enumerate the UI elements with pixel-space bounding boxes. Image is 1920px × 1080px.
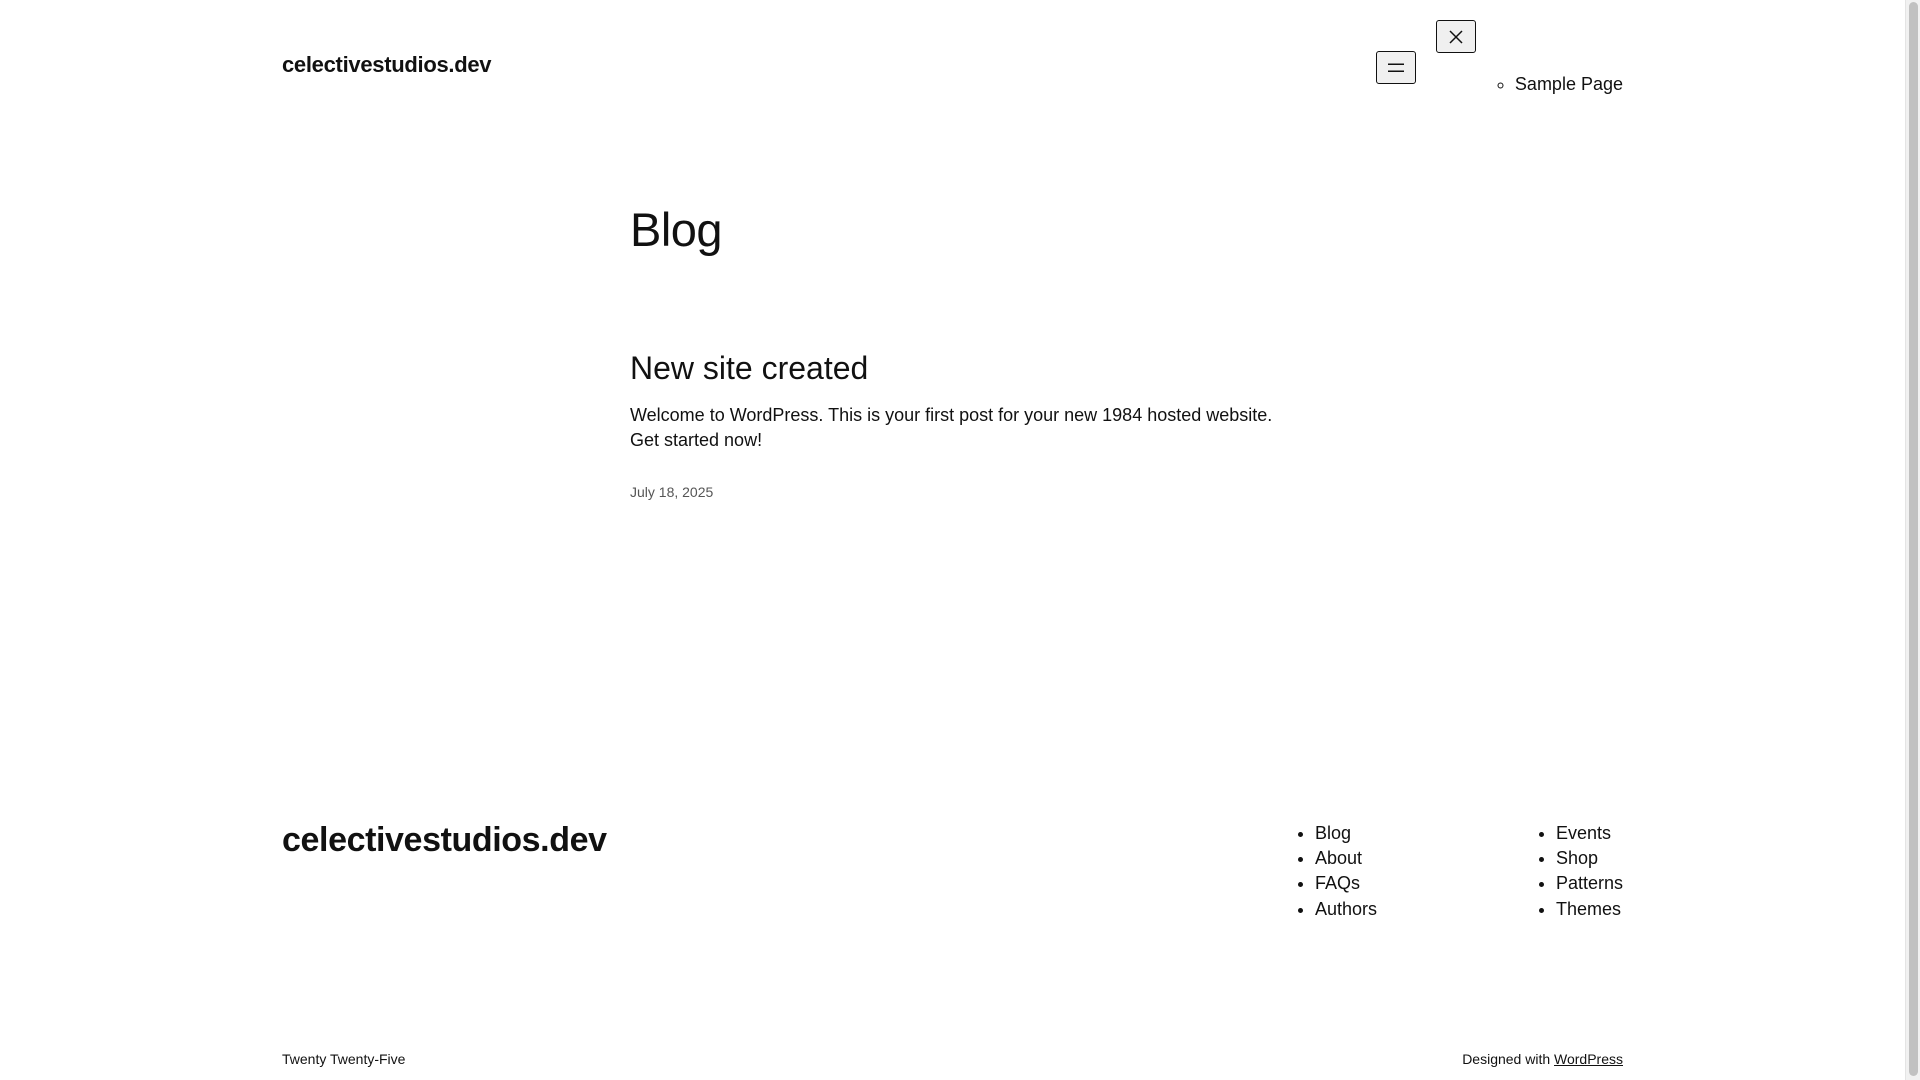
footer-site-title-link[interactable]: celectivestudios.dev xyxy=(282,819,607,861)
close-icon xyxy=(1449,29,1463,44)
footer-nav-item: FAQs xyxy=(1315,871,1377,896)
theme-credit: Twenty Twenty-Five xyxy=(282,1051,406,1067)
footer-nav-item: Shop xyxy=(1556,846,1623,871)
designed-with-credit: Designed with WordPress xyxy=(1462,1051,1623,1067)
sample-page-link[interactable]: Sample Page xyxy=(1515,74,1623,94)
footer-nav-item: Events xyxy=(1556,821,1623,846)
footer-link-blog[interactable]: Blog xyxy=(1315,823,1351,843)
footer-nav-item: About xyxy=(1315,846,1377,871)
hamburger-icon xyxy=(1388,63,1404,72)
overlay-menu: Sample Page xyxy=(1515,70,1623,98)
footer-nav-item: Authors xyxy=(1315,897,1377,922)
footer-link-themes[interactable]: Themes xyxy=(1556,899,1621,919)
overlay-menu-item: Sample Page xyxy=(1515,70,1623,98)
wordpress-link[interactable]: WordPress xyxy=(1554,1051,1623,1067)
site-title-link[interactable]: celectivestudios.dev xyxy=(282,52,492,78)
page: celectivestudios.dev Sample Page Blog Ne… xyxy=(0,0,1905,1080)
footer-nav-col1: Blog About FAQs Authors xyxy=(1297,821,1377,922)
close-menu-button[interactable] xyxy=(1436,20,1476,53)
footer-link-events[interactable]: Events xyxy=(1556,823,1611,843)
vertical-scrollbar[interactable] xyxy=(1905,0,1920,1080)
post-date: July 18, 2025 xyxy=(630,484,714,500)
scrollbar-thumb[interactable] xyxy=(1909,2,1918,1076)
footer-link-about[interactable]: About xyxy=(1315,848,1362,868)
footer-link-shop[interactable]: Shop xyxy=(1556,848,1598,868)
footer-nav-item: Blog xyxy=(1315,821,1377,846)
open-menu-button[interactable] xyxy=(1376,51,1416,84)
page-title: Blog xyxy=(630,203,723,256)
footer-nav-item: Themes xyxy=(1556,897,1623,922)
footer-link-faqs[interactable]: FAQs xyxy=(1315,873,1360,893)
post-title-link[interactable]: New site created xyxy=(630,348,868,388)
footer-link-patterns[interactable]: Patterns xyxy=(1556,873,1623,893)
footer-nav-item: Patterns xyxy=(1556,871,1623,896)
designed-with-prefix: Designed with xyxy=(1462,1051,1551,1067)
post-excerpt: Welcome to WordPress. This is your first… xyxy=(630,405,1273,450)
footer-link-authors[interactable]: Authors xyxy=(1315,899,1377,919)
footer-nav-col2: Events Shop Patterns Themes xyxy=(1538,821,1623,922)
